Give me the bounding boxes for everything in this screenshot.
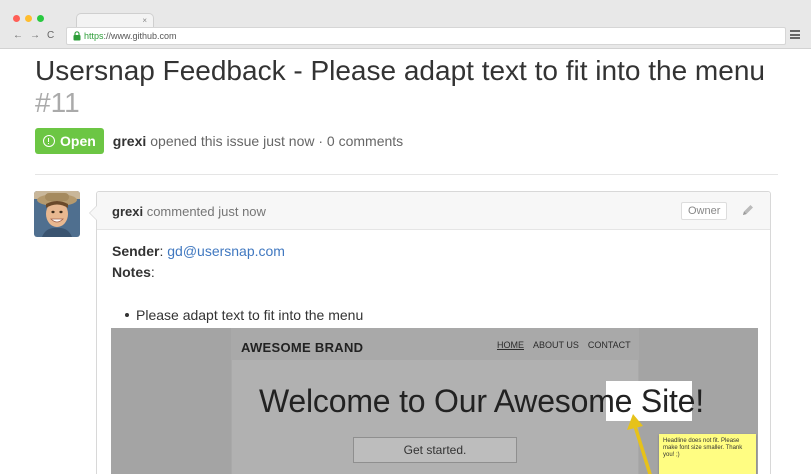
reload-icon[interactable]: C <box>47 30 54 41</box>
pencil-icon[interactable] <box>741 203 755 217</box>
sender-label: Sender <box>112 243 160 259</box>
issue-meta: Open grexi opened this issue just now · … <box>35 128 403 154</box>
screenshot-cta-button: Get started. <box>353 437 517 463</box>
minimize-window-button[interactable] <box>25 15 32 22</box>
url-text[interactable]: https://www.github.com <box>84 30 177 42</box>
issue-number: #11 <box>35 87 80 118</box>
close-window-button[interactable] <box>13 15 20 22</box>
comment-header: grexi commented just now Owner <box>97 192 770 230</box>
issue-title: Usersnap Feedback - Please adapt text to… <box>35 55 765 118</box>
hamburger-menu-icon[interactable] <box>790 30 800 39</box>
lock-icon <box>73 31 81 41</box>
tab-close-icon[interactable]: × <box>142 15 147 27</box>
forward-arrow-icon[interactable]: → <box>30 30 40 41</box>
notes-line: Notes: <box>112 264 155 280</box>
issue-meta-text: opened this issue just now · 0 comments <box>150 133 404 149</box>
screenshot-nav: HOME ABOUT US CONTACT <box>497 340 631 350</box>
browser-window: × ← → C https://www.github.com Usersnap … <box>0 0 811 474</box>
owner-badge: Owner <box>681 202 728 220</box>
sender-line: Sender: gd@usersnap.com <box>112 243 285 259</box>
notes-label: Notes <box>112 264 151 280</box>
page-content: Usersnap Feedback - Please adapt text to… <box>0 48 811 474</box>
issue-opened-icon <box>43 135 55 147</box>
comment-box: grexi commented just now Owner Sender: g… <box>89 191 771 474</box>
back-arrow-icon[interactable]: ← <box>13 30 23 41</box>
state-badge: Open <box>35 128 104 154</box>
comment-author-link[interactable]: grexi <box>112 204 143 219</box>
browser-chrome: × ← → C https://www.github.com <box>0 0 811 49</box>
screenshot-nav-about: ABOUT US <box>533 340 579 350</box>
list-item: Please adapt text to fit into the menu <box>125 307 363 323</box>
divider <box>35 174 778 175</box>
comment-body: Sender: gd@usersnap.com Notes: Please ad… <box>112 241 762 323</box>
avatar[interactable] <box>34 191 80 237</box>
screenshot-nav-home: HOME <box>497 340 524 350</box>
window-controls <box>13 15 44 22</box>
nav-buttons: ← → C <box>13 30 54 41</box>
issue-author-link[interactable]: grexi <box>113 133 146 149</box>
sender-email-link[interactable]: gd@usersnap.com <box>167 243 285 259</box>
maximize-window-button[interactable] <box>37 15 44 22</box>
feedback-screenshot[interactable]: AWESOME BRAND HOME ABOUT US CONTACT Welc… <box>111 328 758 474</box>
comment-timestamp: commented just now <box>146 204 266 219</box>
screenshot-brand: AWESOME BRAND <box>241 340 364 355</box>
note-text: Please adapt text to fit into the menu <box>136 307 364 323</box>
browser-tab[interactable]: × <box>76 13 154 28</box>
sticky-note: Headline does not fit. Please make font … <box>659 434 756 474</box>
address-bar[interactable]: https://www.github.com <box>66 27 786 45</box>
state-label: Open <box>60 133 96 149</box>
screenshot-nav-contact: CONTACT <box>587 340 631 350</box>
